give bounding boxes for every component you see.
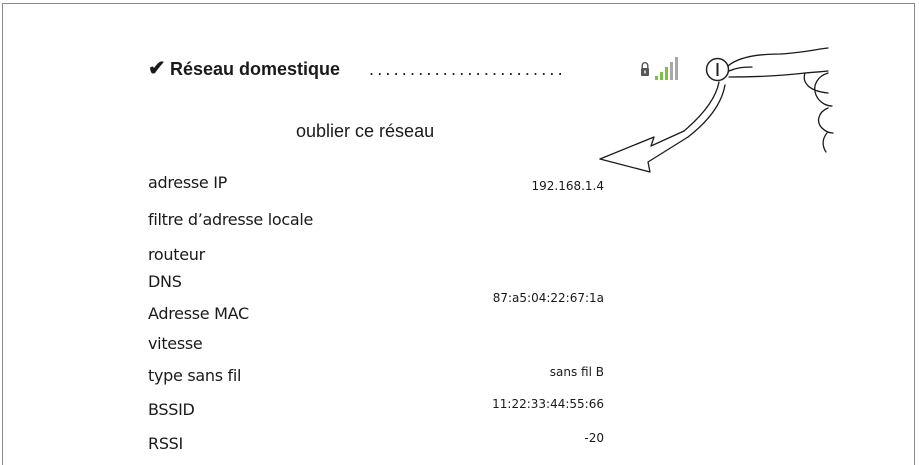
network-name: Réseau domestique: [170, 59, 341, 79]
forget-network-link[interactable]: oublier ce réseau: [296, 119, 434, 143]
pointing-hand-illustration: [599, 47, 834, 173]
mac-address-value: 87:a5:04:22:67:1a: [492, 291, 604, 305]
ip-address-value: 192.168.1.4: [531, 179, 604, 193]
wireless-type-value: sans fil B: [549, 365, 604, 379]
dot-leader: ........................: [369, 59, 566, 79]
wireless-type-label: type sans fil: [148, 366, 242, 385]
dns-label: DNS: [148, 272, 182, 291]
mac-address-label: Adresse MAC: [148, 304, 249, 323]
local-address-filter-label[interactable]: filtre d’adresse locale: [148, 209, 313, 231]
bssid-value: 11:22:33:44:55:66: [492, 397, 604, 411]
checkmark-icon: ✔: [148, 57, 166, 80]
speed-label: vitesse: [148, 334, 203, 353]
rssi-value: -20: [584, 431, 604, 445]
router-label: routeur: [148, 245, 205, 264]
rssi-label: RSSI: [148, 434, 183, 453]
bssid-label: BSSID: [148, 400, 195, 419]
ip-address-label: adresse IP: [148, 173, 228, 192]
